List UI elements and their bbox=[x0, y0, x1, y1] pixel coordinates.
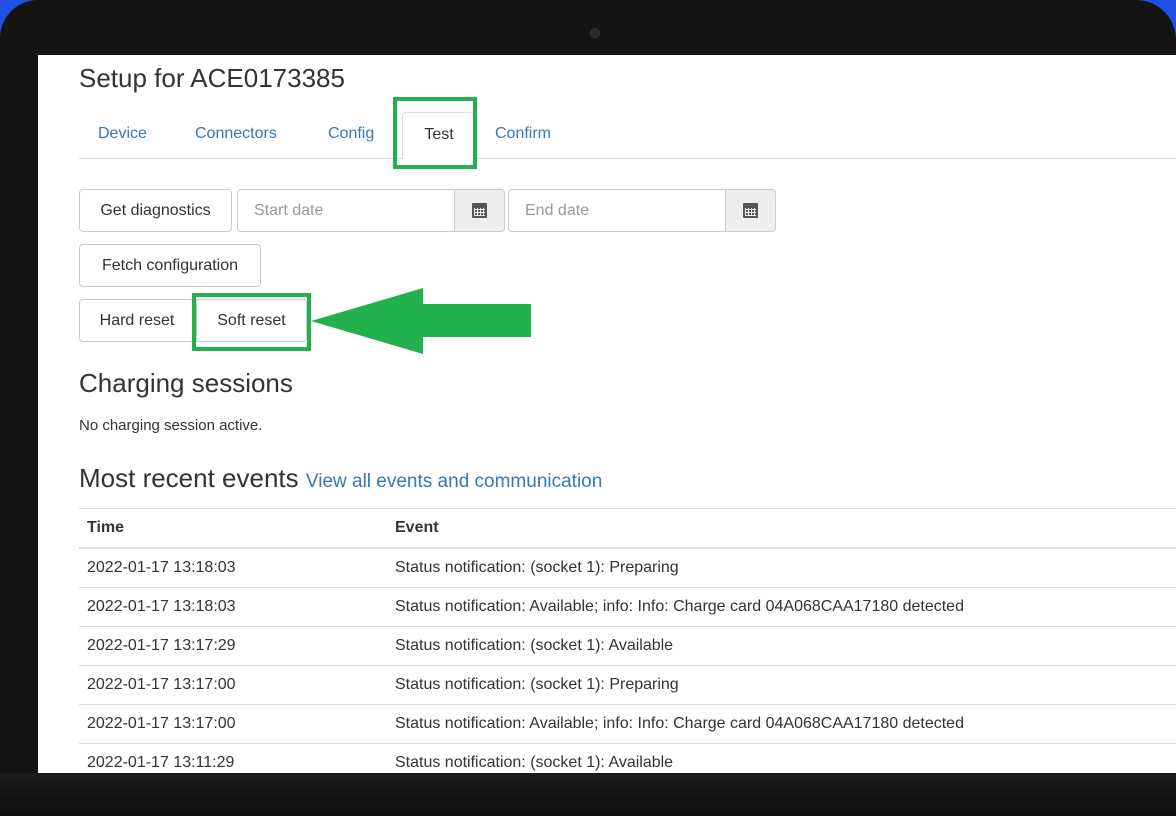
event-description: Status notification: (socket 1): Prepari… bbox=[387, 547, 1176, 588]
calendar-icon bbox=[743, 203, 758, 218]
webcam-icon bbox=[590, 28, 600, 38]
column-header-time: Time bbox=[79, 508, 387, 549]
page-title: Setup for ACE0173385 bbox=[79, 63, 345, 93]
event-description: Status notification: (socket 1): Prepari… bbox=[387, 665, 1176, 705]
tab-connectors[interactable]: Connectors bbox=[176, 112, 296, 157]
table-row: 2022-01-17 13:18:03 Status notification:… bbox=[79, 587, 1176, 627]
tab-device[interactable]: Device bbox=[79, 112, 166, 157]
charging-sessions-heading: Charging sessions bbox=[79, 368, 293, 398]
table-row: 2022-01-17 13:18:03 Status notification:… bbox=[79, 547, 1176, 588]
soft-reset-highlight bbox=[192, 293, 311, 351]
tab-config[interactable]: Config bbox=[309, 112, 393, 157]
table-header-row: Time Event bbox=[79, 508, 1176, 549]
column-header-event: Event bbox=[387, 508, 1176, 549]
screen: Setup for ACE0173385 Device Connectors C… bbox=[38, 55, 1176, 773]
event-time: 2022-01-17 13:17:00 bbox=[79, 704, 387, 744]
events-table: Time Event 2022-01-17 13:18:03 Status no… bbox=[79, 508, 1176, 773]
event-time: 2022-01-17 13:17:29 bbox=[79, 626, 387, 666]
laptop-bezel bbox=[0, 773, 1176, 816]
fetch-configuration-button[interactable]: Fetch configuration bbox=[79, 244, 261, 287]
event-description: Status notification: (socket 1): Availab… bbox=[387, 743, 1176, 773]
charging-session-status: No charging session active. bbox=[79, 417, 263, 434]
tab-bar: Device Connectors Config Test Confirm bbox=[79, 112, 1176, 159]
start-date-calendar-button[interactable] bbox=[455, 189, 505, 232]
table-row: 2022-01-17 13:17:29 Status notification:… bbox=[79, 626, 1176, 666]
test-tab-highlight bbox=[393, 97, 477, 169]
event-description: Status notification: (socket 1): Availab… bbox=[387, 626, 1176, 666]
end-date-calendar-button[interactable] bbox=[726, 189, 776, 232]
table-row: 2022-01-17 13:17:00 Status notification:… bbox=[79, 704, 1176, 744]
arrow-left-icon bbox=[311, 288, 531, 354]
table-row: 2022-01-17 13:11:29 Status notification:… bbox=[79, 743, 1176, 773]
hard-reset-button[interactable]: Hard reset bbox=[79, 299, 195, 342]
recent-events-title: Most recent events bbox=[79, 463, 299, 493]
start-date-input[interactable]: Start date bbox=[237, 189, 455, 232]
calendar-icon bbox=[472, 203, 487, 218]
table-row: 2022-01-17 13:17:00 Status notification:… bbox=[79, 665, 1176, 705]
recent-events-heading: Most recent events View all events and c… bbox=[79, 463, 602, 494]
event-description: Status notification: Available; info: In… bbox=[387, 704, 1176, 744]
event-time: 2022-01-17 13:18:03 bbox=[79, 547, 387, 588]
get-diagnostics-button[interactable]: Get diagnostics bbox=[79, 189, 232, 232]
event-description: Status notification: Available; info: In… bbox=[387, 587, 1176, 627]
event-time: 2022-01-17 13:11:29 bbox=[79, 743, 387, 773]
view-all-events-link[interactable]: View all events and communication bbox=[306, 471, 602, 492]
end-date-input[interactable]: End date bbox=[508, 189, 726, 232]
event-time: 2022-01-17 13:18:03 bbox=[79, 587, 387, 627]
tab-confirm[interactable]: Confirm bbox=[476, 112, 570, 157]
event-time: 2022-01-17 13:17:00 bbox=[79, 665, 387, 705]
